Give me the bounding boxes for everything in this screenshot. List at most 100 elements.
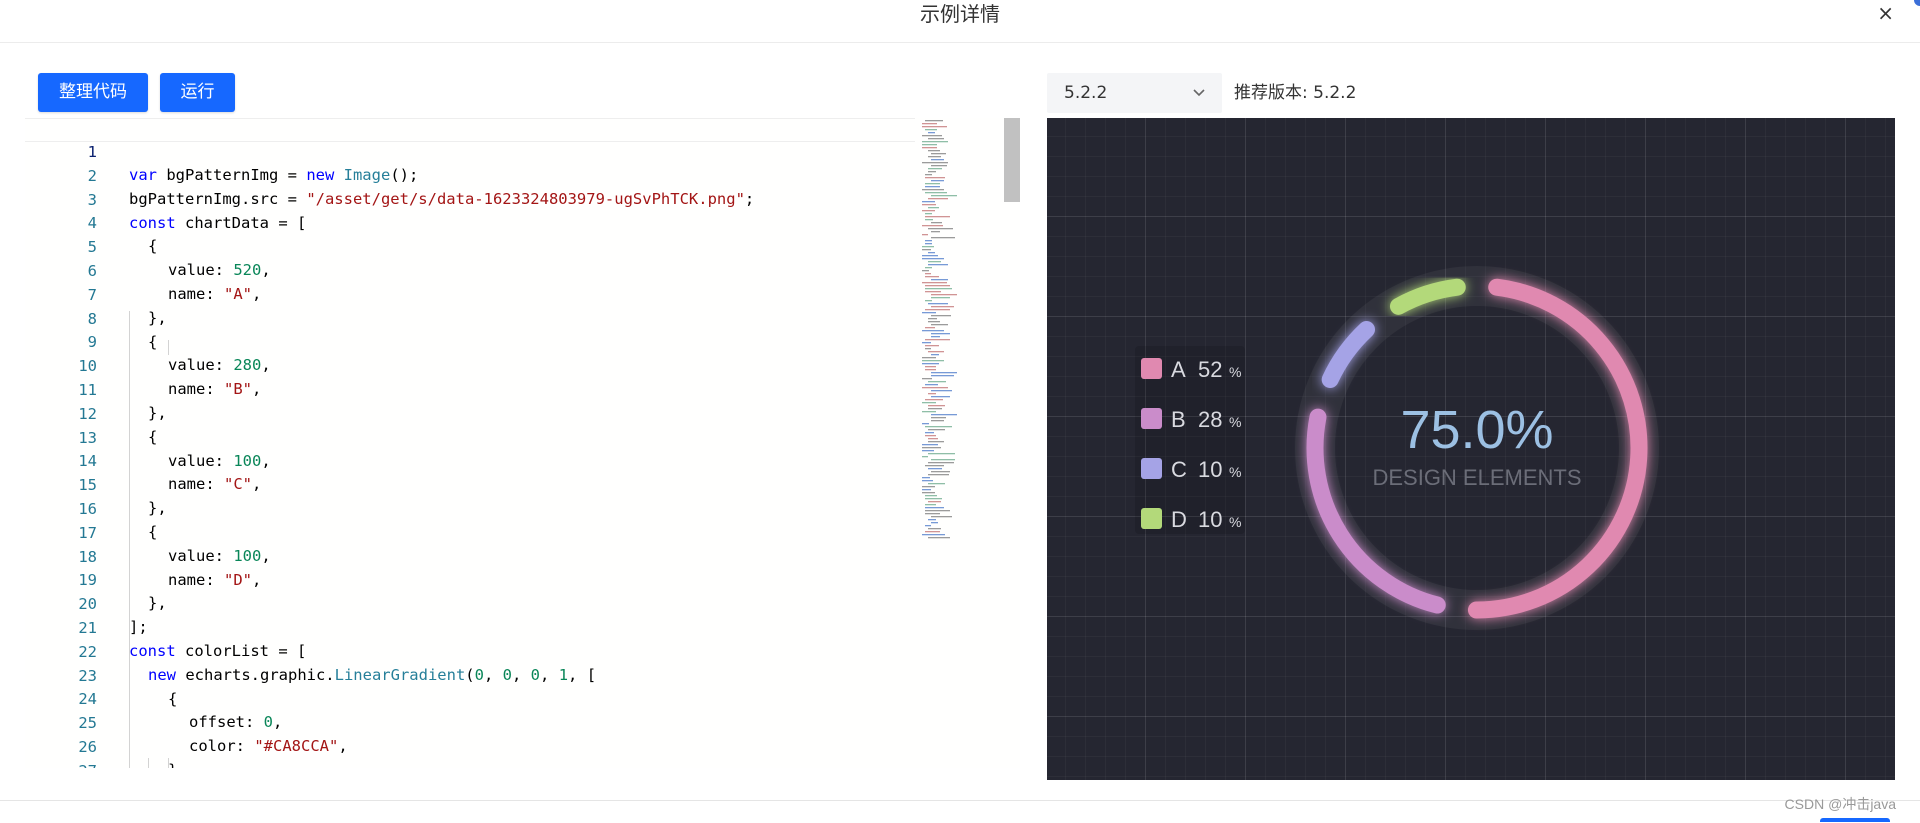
minimap-line [922, 330, 944, 332]
minimap-line [928, 150, 940, 152]
legend-label-b[interactable]: B [1171, 407, 1186, 432]
minimap-line [925, 288, 952, 290]
minimap-line [925, 300, 932, 302]
minimap-line [922, 270, 929, 272]
version-select[interactable]: 5.2.2 [1047, 73, 1222, 113]
code-line: 16 { [25, 475, 157, 541]
code-line: 23 { [25, 642, 177, 708]
minimap-line [922, 123, 937, 125]
minimap-line [922, 312, 936, 314]
code-line: 1 var bgPatternImg = new Image(); [25, 118, 419, 184]
minimap-line [925, 285, 950, 287]
minimap-line [922, 162, 948, 164]
minimap-line [925, 384, 938, 386]
legend-swatch-b[interactable] [1141, 408, 1162, 429]
minimap-line [922, 189, 944, 191]
minimap-line [922, 249, 931, 251]
legend-label-d[interactable]: D [1171, 507, 1187, 532]
minimap-line [922, 450, 934, 452]
minimap-line [922, 147, 937, 149]
editor-scrollbar-thumb[interactable] [1004, 118, 1020, 202]
chart-preview[interactable]: A 52% B 28% C 10% D 10% 75.0% DESIGN ELEMENTS [1047, 118, 1895, 780]
minimap-line [925, 129, 937, 131]
legend-swatch-c[interactable] [1141, 458, 1162, 479]
format-code-button[interactable]: 整理代码 [38, 73, 148, 112]
donut-chart: A 52 % B 28 % C 10 % D 10% 75.0% DESIGN ELEMENTS [1135, 266, 1659, 630]
minimap-line [925, 177, 945, 179]
legend-label-a[interactable]: A [1171, 357, 1186, 382]
code-line: 21 const colorList = [ [25, 594, 306, 660]
legend-swatch-a[interactable] [1141, 358, 1162, 379]
minimap-line [928, 519, 936, 521]
minimap-line [928, 303, 948, 305]
code-minimap[interactable] [920, 118, 1005, 543]
legend-swatch-d[interactable] [1141, 508, 1162, 529]
minimap-line [931, 354, 939, 356]
code-line: 27 { [25, 737, 97, 768]
footer-button-edge[interactable] [1820, 818, 1890, 822]
legend-percent-c: 10 [1198, 457, 1222, 482]
code-line: 19 }, [25, 546, 166, 612]
code-line: 12 { [25, 380, 157, 446]
minimap-line [928, 528, 941, 530]
minimap-line [922, 246, 934, 248]
minimap-line [922, 387, 948, 389]
minimap-line [922, 204, 936, 206]
code-editor[interactable]: 1 var bgPatternImg = new Image(); 2 bgPa… [25, 118, 1020, 768]
minimap-line [931, 372, 957, 374]
minimap-line [931, 153, 946, 155]
minimap-line [922, 423, 929, 425]
minimap-line [928, 462, 954, 464]
minimap-line [925, 495, 937, 497]
minimap-line [931, 297, 950, 299]
legend-label-c[interactable]: C [1171, 457, 1187, 482]
code-line: 28 offset: 1 [25, 761, 62, 768]
minimap-line [925, 192, 947, 194]
minimap-line [922, 480, 933, 482]
minimap-line [931, 294, 957, 296]
legend-percent-sign: % [1229, 464, 1241, 480]
minimap-line [931, 180, 944, 182]
minimap-line [931, 231, 940, 233]
minimap-line [928, 207, 939, 209]
minimap-line [928, 483, 945, 485]
minimap-line [931, 324, 948, 326]
current-line-highlight [25, 118, 915, 142]
minimap-line [922, 378, 932, 380]
minimap-line [922, 492, 935, 494]
minimap-line [928, 264, 948, 266]
editor-scrollbar-track[interactable] [1004, 118, 1020, 768]
code-line: 22 new echarts.graphic.LinearGradient(0,… [25, 618, 596, 684]
legend-percent-b: 28 [1198, 407, 1222, 432]
center-caption-label: DESIGN ELEMENTS [1372, 465, 1581, 490]
minimap-line [922, 234, 928, 236]
dialog-footer [0, 800, 1920, 823]
minimap-line [922, 282, 947, 284]
minimap-line [925, 366, 936, 368]
minimap-line [928, 405, 945, 407]
minimap-line [928, 429, 945, 431]
minimap-line [922, 444, 938, 446]
minimap-line [931, 516, 952, 518]
minimap-line [922, 489, 931, 491]
minimap-line [928, 474, 949, 476]
minimap-line [922, 360, 944, 362]
minimap-line [922, 534, 945, 536]
code-line: 5 value: 520, [25, 213, 271, 279]
minimap-line [925, 339, 950, 341]
minimap-line [931, 333, 950, 335]
code-line: 17 value: 100, [25, 499, 270, 565]
minimap-line [922, 144, 937, 146]
minimap-line [928, 261, 941, 263]
minimap-line [931, 396, 950, 398]
minimap-line [925, 399, 943, 401]
minimap-line [925, 273, 931, 275]
close-icon[interactable]: × [1877, 2, 1894, 24]
minimap-line [928, 252, 935, 254]
minimap-line [931, 459, 955, 461]
minimap-line [928, 198, 948, 200]
minimap-line [931, 165, 947, 167]
run-button[interactable]: 运行 [160, 73, 235, 112]
minimap-line [925, 435, 936, 437]
code-line: 7 }, [25, 261, 167, 327]
